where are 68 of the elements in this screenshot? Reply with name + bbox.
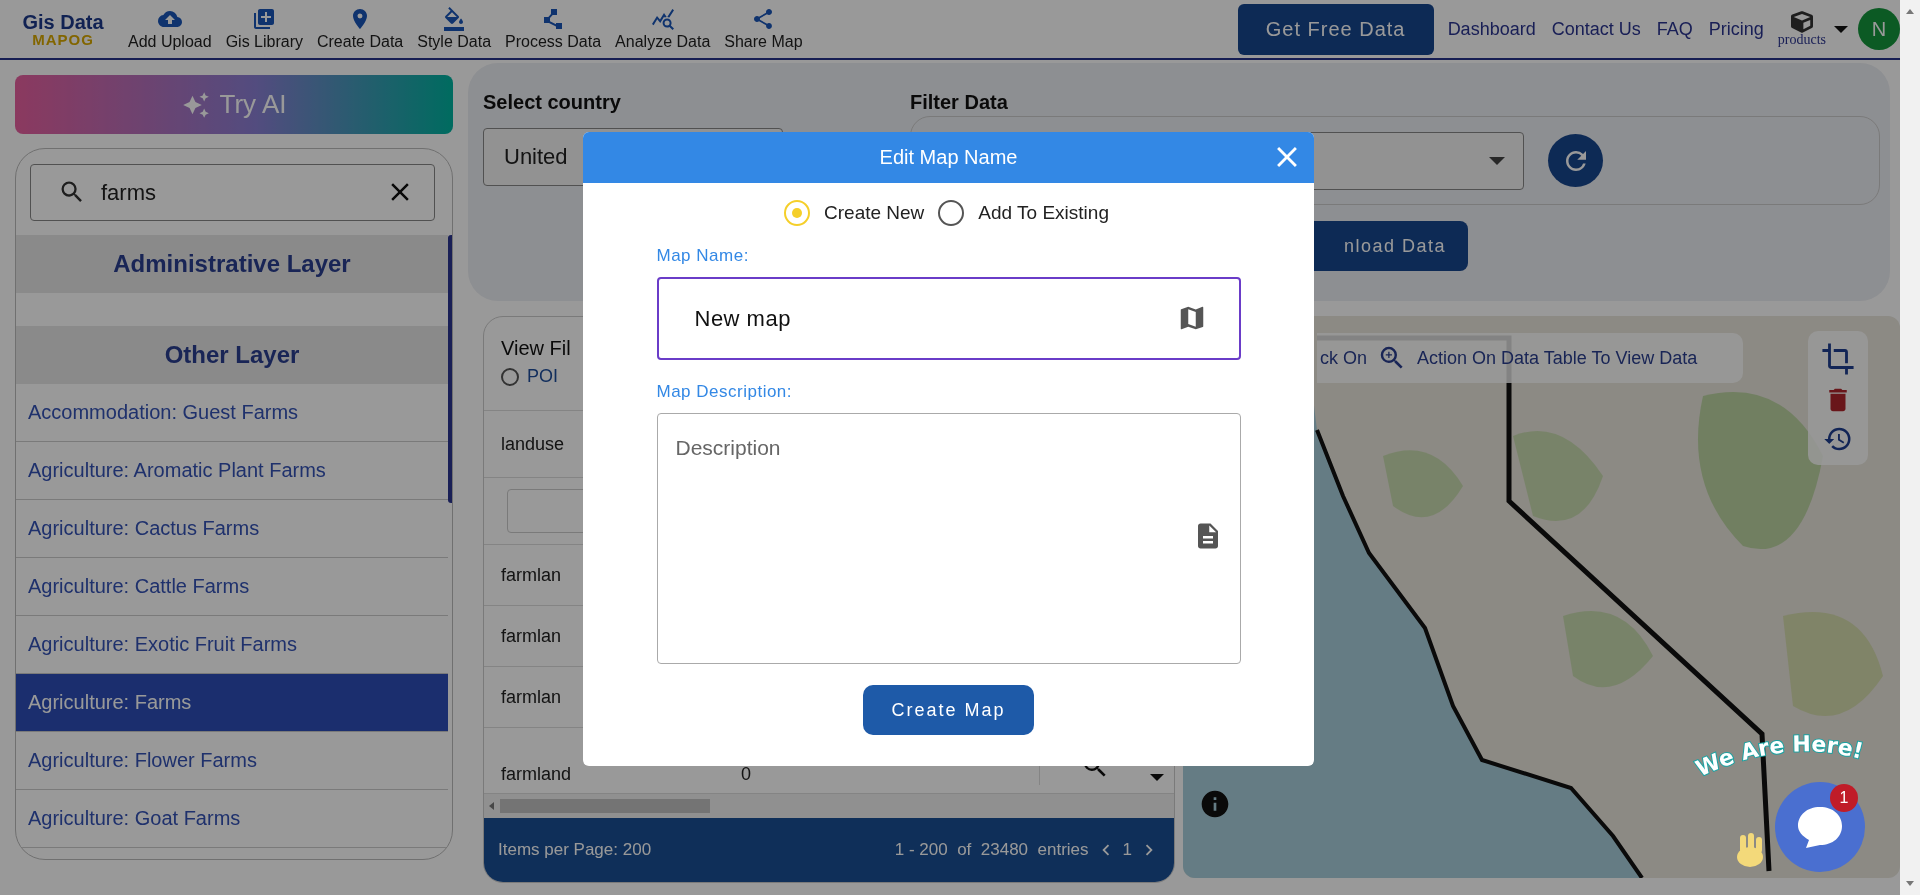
page-number[interactable]: 1 <box>1122 840 1132 860</box>
nav-link[interactable]: Pricing <box>1708 18 1764 40</box>
layer-item[interactable]: Agriculture: Goat Farms <box>16 790 448 848</box>
items-per-page: Items per Page: 200 <box>498 840 652 860</box>
layer-item[interactable]: Agriculture: Flower Farms <box>16 732 448 790</box>
scroll-up-icon[interactable] <box>1906 8 1914 16</box>
products-menu[interactable]: products <box>1777 11 1848 47</box>
field-label: Map Name: <box>656 246 750 266</box>
nav-item[interactable]: Add Upload <box>126 5 214 53</box>
layer-item[interactable]: Agriculture: Farms <box>16 674 448 732</box>
table-cell-text: 0 <box>740 764 752 785</box>
paint-bucket-icon <box>442 7 467 31</box>
scroll-down-icon[interactable] <box>1906 879 1914 887</box>
crop-button[interactable] <box>1821 341 1855 376</box>
try-ai-button[interactable]: Try AI <box>15 75 453 134</box>
scrollbar-thumb[interactable] <box>500 799 710 813</box>
nav-link[interactable]: Contact Us <box>1551 18 1641 40</box>
user-avatar[interactable]: N <box>1858 8 1900 50</box>
create-map-button[interactable]: Create Map <box>863 685 1034 735</box>
field-label: Map Description: <box>656 382 794 402</box>
refresh-button[interactable] <box>1548 134 1603 187</box>
scroll-left-icon[interactable] <box>488 802 496 810</box>
field-label: Filter Data <box>910 91 1009 114</box>
layer-item[interactable]: Agriculture: Cactus Farms <box>16 500 448 558</box>
nav-link[interactable]: FAQ <box>1656 18 1693 40</box>
logo-title[interactable]: Gis Data <box>22 11 104 32</box>
hint-text: ck On <box>1320 347 1367 369</box>
layer-item[interactable]: Agriculture: Cattle Farms <box>16 558 448 616</box>
nav-item[interactable]: Gis Library <box>223 5 305 53</box>
table-cell-text: farmlan <box>500 625 563 647</box>
chart-search-icon <box>650 7 675 31</box>
section-header: Other Layer <box>16 326 448 384</box>
radio-button[interactable] <box>938 200 965 226</box>
table-title: View Fil <box>501 337 572 360</box>
search-field[interactable]: farms <box>30 164 435 221</box>
table-cell-text: farmlan <box>500 564 563 586</box>
description-field[interactable]: Description <box>656 413 1241 664</box>
caret-icon <box>1489 156 1505 165</box>
nav-item[interactable]: Share Map <box>722 5 805 53</box>
layer-item[interactable]: Agriculture: Aromatic Plant Farms <box>16 442 448 500</box>
caret-icon <box>1834 25 1848 33</box>
table-cell-text: farmland <box>500 764 573 785</box>
nav-item[interactable]: Analyze Data <box>613 5 713 53</box>
section-header: Administrative Layer <box>16 235 448 293</box>
chat-bubble-icon <box>1796 805 1844 849</box>
field-label: Select country <box>483 91 622 114</box>
radio-button[interactable] <box>501 367 519 386</box>
caret-icon <box>1150 774 1164 781</box>
library-add-icon <box>252 7 277 31</box>
products-label: products <box>1777 33 1826 47</box>
nav-item[interactable]: Create Data <box>315 5 406 53</box>
table-cell-text: farmlan <box>500 686 563 708</box>
hint-text: Action On Data Table To View Data <box>1417 347 1698 369</box>
nav-item[interactable]: Style Data <box>415 5 494 53</box>
cube-icon <box>1790 11 1813 33</box>
waving-hand-icon <box>1735 833 1765 867</box>
radio-label[interactable]: Create New <box>824 202 925 224</box>
page-range: 1 - 200 of 23480 entries <box>894 840 1089 860</box>
sparkle-icon <box>181 90 210 119</box>
radio-label[interactable]: POI <box>527 366 558 387</box>
nav-link[interactable]: Dashboard <box>1447 18 1536 40</box>
layer-item[interactable]: Accommodation: Guest Farms <box>16 384 448 442</box>
dialog-title: Edit Map Name <box>879 146 1018 169</box>
nav-item[interactable]: Process Data <box>503 5 604 53</box>
info-button[interactable] <box>1199 788 1231 820</box>
get-data-button[interactable]: Get Free Data <box>1237 3 1434 55</box>
radio-label[interactable]: Add To Existing <box>978 202 1109 224</box>
map-name-field[interactable]: New map <box>656 277 1241 360</box>
